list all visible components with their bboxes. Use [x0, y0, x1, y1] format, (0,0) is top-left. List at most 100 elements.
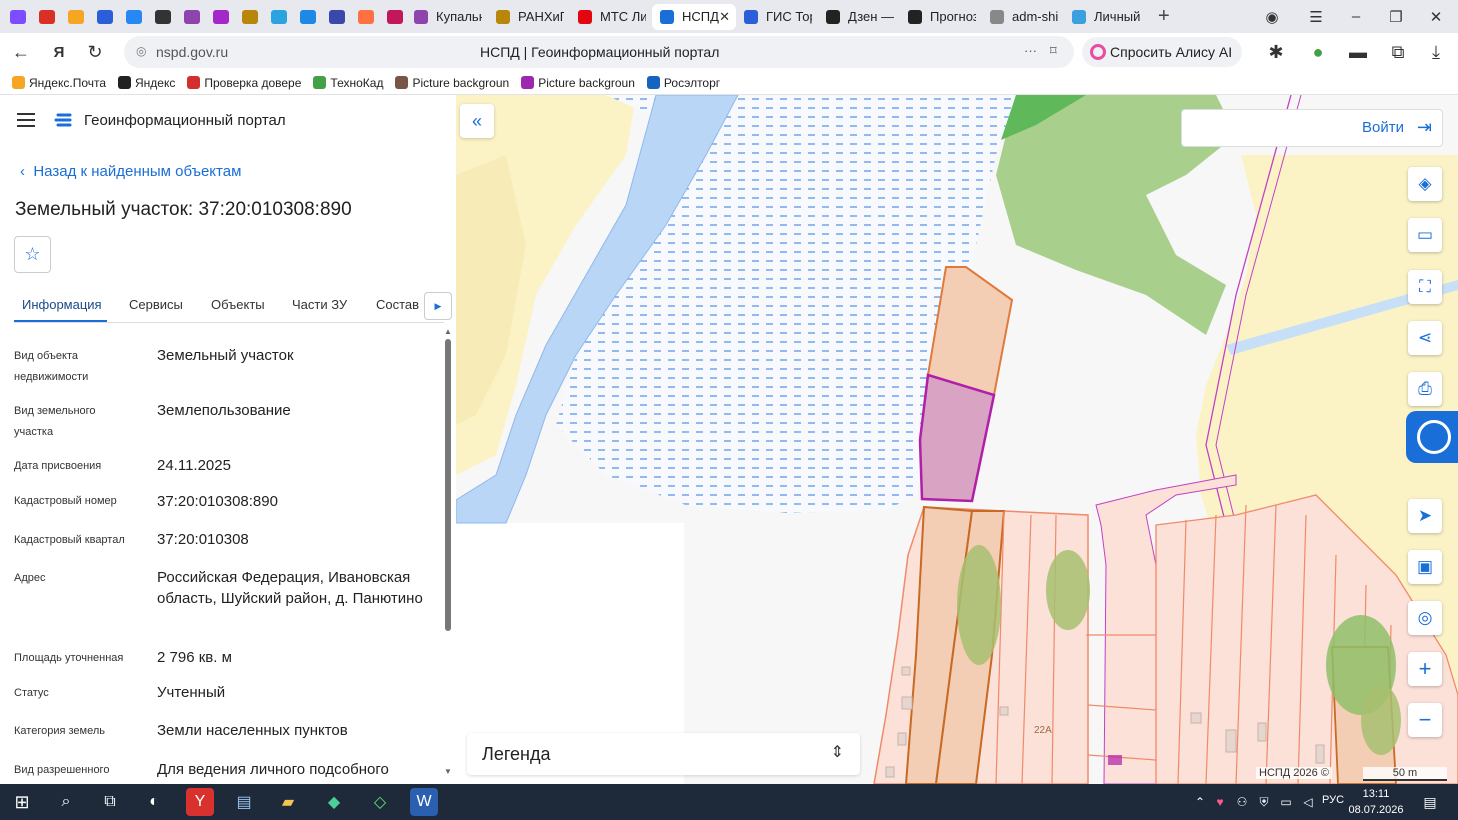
select-area-button[interactable]: ⛶	[1408, 270, 1442, 304]
pinned-tab[interactable]	[152, 4, 174, 30]
map-view[interactable]: 22А « Войти ⇥ ◈ ▭ ⛶ ⋖ ⎙ ➤ ▣ ◎ + − Легенд…	[456, 95, 1458, 784]
protect-icon[interactable]: ●	[1302, 36, 1334, 68]
close-window-button[interactable]: ✕	[1416, 0, 1456, 33]
field-value: 37:20:010308:890	[157, 493, 278, 510]
app-chat-icon[interactable]: ◇	[366, 788, 394, 816]
support-chat-button[interactable]	[1406, 411, 1458, 463]
yandex-icon[interactable]: Я	[43, 36, 75, 68]
profile-icon[interactable]: ◉	[1252, 0, 1292, 33]
site-info-icon[interactable]: ◎	[136, 44, 146, 58]
bookmark-item[interactable]: Яндекс.Почта	[12, 76, 106, 90]
scroll-down-icon[interactable]: ▼	[444, 767, 452, 776]
tab-parts[interactable]: Части ЗУ	[292, 297, 347, 312]
emblem-icon	[242, 9, 258, 24]
url-field[interactable]: ◎ nspd.gov.ru НСПД | Геоинформационный п…	[124, 36, 1074, 68]
menu-icon[interactable]	[17, 113, 35, 127]
browser-tab[interactable]: Личный	[1064, 4, 1146, 30]
scroll-up-icon[interactable]: ▲	[444, 327, 452, 336]
collections-icon[interactable]: ⧉	[1382, 36, 1414, 68]
notifications-icon[interactable]: ▤	[1416, 788, 1444, 816]
print-button[interactable]: ⎙	[1408, 372, 1442, 406]
layers-button[interactable]: ◈	[1408, 167, 1442, 201]
browser-tab[interactable]: Дзен —	[818, 4, 900, 30]
tabs-next-button[interactable]: ▶	[424, 292, 452, 320]
pinned-tab[interactable]	[326, 4, 348, 30]
bookmark-icon[interactable]: ⌑	[1050, 43, 1057, 59]
bookmark-item[interactable]: Росэлторг	[646, 76, 720, 90]
search-icon[interactable]: ⌕	[52, 788, 80, 816]
bookmark-item[interactable]: Проверка довере	[187, 76, 301, 90]
map-canvas[interactable]: 22А	[456, 95, 1458, 784]
browser-tab[interactable]: НСПД ✕	[652, 3, 736, 30]
tab-objects[interactable]: Объекты	[211, 297, 265, 312]
minimize-button[interactable]: –	[1336, 0, 1376, 33]
new-tab-button[interactable]: +	[1158, 5, 1178, 28]
browser-tab[interactable]: Прогноз	[900, 4, 982, 30]
pinned-tab[interactable]	[384, 4, 406, 30]
tab-label: Личный	[1094, 9, 1140, 24]
tab-label: НСПД	[682, 9, 719, 24]
close-tab-icon[interactable]: ✕	[719, 9, 730, 25]
legend-panel[interactable]: Легенда ⇕	[467, 733, 860, 775]
task-view-icon[interactable]: ⧉	[96, 788, 124, 816]
browser-tab[interactable]: МТС Ли	[570, 4, 652, 30]
geo-search-button[interactable]: ◎	[1408, 601, 1442, 635]
gmail-icon	[39, 9, 55, 24]
yandex-browser-icon[interactable]: Y	[186, 788, 214, 816]
pinned-tab[interactable]	[297, 4, 319, 30]
notepad-icon[interactable]: ▤	[230, 788, 258, 816]
clock[interactable]: 13:11 08.07.2026	[1348, 786, 1404, 818]
tabs-menu-icon[interactable]: ☰	[1296, 0, 1336, 33]
browser-tab[interactable]: ГИС Тор	[736, 4, 818, 30]
panel-scrollbar[interactable]: ▲ ▼	[444, 327, 452, 777]
tab-composition[interactable]: Состав	[376, 297, 419, 312]
pinned-tab[interactable]	[36, 4, 58, 30]
collapse-panel-button[interactable]: «	[460, 104, 494, 138]
browser-tab[interactable]: adm-shi	[982, 4, 1064, 30]
back-arrow-icon[interactable]: ←	[5, 36, 37, 68]
pinned-tab[interactable]	[355, 4, 377, 30]
bookmark-item[interactable]: Picture backgroun	[395, 76, 509, 90]
favorite-star-button[interactable]: ☆	[14, 236, 51, 273]
tab-info[interactable]: Информация	[22, 297, 102, 312]
pinterest-icon	[387, 9, 403, 24]
folder-icon[interactable]: ▰	[274, 788, 302, 816]
reload-icon[interactable]: ↻	[79, 36, 111, 68]
pinned-tab[interactable]	[210, 4, 232, 30]
scroll-thumb[interactable]	[445, 339, 451, 631]
zoom-out-button[interactable]: −	[1408, 703, 1442, 737]
pinned-tab[interactable]	[181, 4, 203, 30]
pinned-tab[interactable]	[239, 4, 261, 30]
windows-start-icon[interactable]: ⊞	[8, 788, 36, 816]
pinned-tab[interactable]	[65, 4, 87, 30]
pinned-tab[interactable]	[123, 4, 145, 30]
browser-tab[interactable]: Купальн	[406, 4, 488, 30]
restore-button[interactable]: ❐	[1376, 0, 1416, 33]
pinned-tab[interactable]	[94, 4, 116, 30]
bookmark-item[interactable]: ТехноКад	[313, 76, 383, 90]
alisa-button[interactable]: Спросить Алису AI	[1082, 37, 1243, 67]
extension-icon[interactable]: ✱	[1260, 36, 1292, 68]
poi-marker[interactable]	[1108, 755, 1122, 765]
pinned-tab[interactable]	[268, 4, 290, 30]
app-icon[interactable]: ◐	[140, 788, 168, 816]
locate-button[interactable]: ➤	[1408, 499, 1442, 533]
word-icon[interactable]: W	[410, 788, 438, 816]
ruler-button[interactable]: ▭	[1408, 218, 1442, 252]
bookmark-item[interactable]: Яндекс	[118, 76, 175, 90]
tab-services[interactable]: Сервисы	[129, 297, 183, 312]
back-to-results-link[interactable]: ‹ Назад к найденным объектам	[20, 163, 241, 180]
zoom-in-button[interactable]: +	[1408, 652, 1442, 686]
more-icon[interactable]: ···	[1024, 43, 1037, 58]
share-button[interactable]: ⋖	[1408, 321, 1442, 355]
language-indicator[interactable]: РУС	[1322, 794, 1344, 806]
pinned-tab[interactable]	[7, 4, 29, 30]
shield-icon[interactable]: ▬	[1342, 36, 1374, 68]
minimap-button[interactable]: ▣	[1408, 550, 1442, 584]
login-button[interactable]: Войти ⇥	[1181, 109, 1443, 147]
bookmark-item[interactable]: Picture backgroun	[521, 76, 635, 90]
app-green-icon[interactable]: ◆	[320, 788, 348, 816]
browser-tab[interactable]: РАНХиГ	[488, 4, 570, 30]
volume-icon[interactable]: ◁	[1294, 788, 1322, 816]
download-icon[interactable]: ⤓	[1420, 36, 1452, 68]
